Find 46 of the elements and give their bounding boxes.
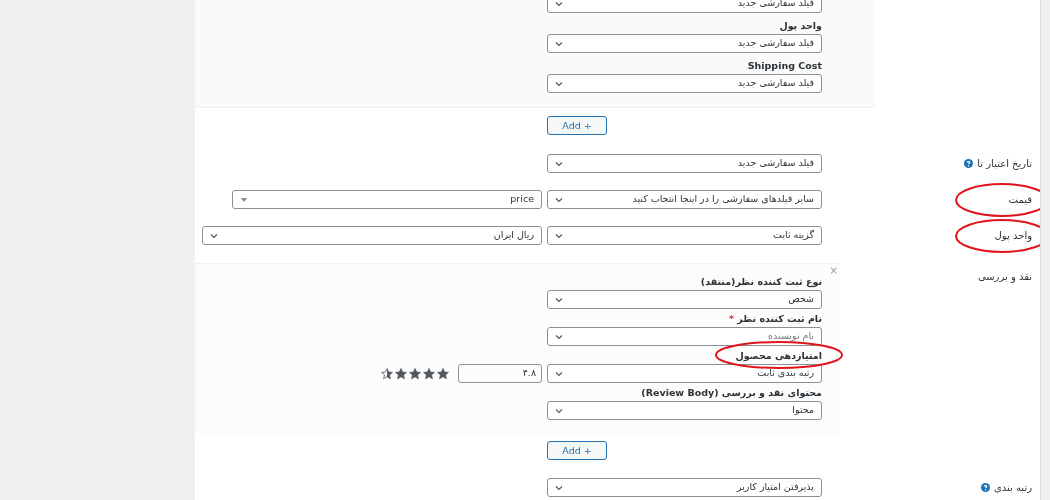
star-icon[interactable] bbox=[409, 367, 421, 380]
required-mark: * bbox=[729, 313, 735, 324]
star-icon[interactable] bbox=[395, 367, 407, 380]
select-field[interactable]: رتبه بندی ثابت bbox=[547, 364, 822, 383]
chevron-icon bbox=[555, 333, 563, 340]
chevron-icon bbox=[555, 296, 563, 303]
chevron-icon bbox=[555, 407, 563, 414]
rating-input[interactable]: ۴.۸ bbox=[458, 364, 542, 383]
select-field[interactable]: فیلد سفارشی جدید bbox=[547, 34, 822, 53]
field-label: واحد پول bbox=[779, 20, 822, 32]
field-label: نوع ثبت کننده نظر(منتقد) bbox=[700, 276, 822, 287]
select-field[interactable]: فیلد سفارشی جدید bbox=[547, 154, 822, 173]
select-field[interactable]: گزینه ثابت bbox=[547, 226, 822, 245]
half-star-icon[interactable] bbox=[381, 367, 393, 380]
chevron-icon bbox=[555, 370, 563, 377]
field-label: Shipping Cost bbox=[747, 60, 822, 72]
field-label: نقد و بررسی bbox=[977, 270, 1032, 285]
field-label: نام ثبت کننده نظر bbox=[737, 313, 822, 324]
chevron-icon bbox=[555, 0, 563, 7]
field-label: قیمت bbox=[1008, 193, 1032, 207]
chevron-icon bbox=[555, 40, 563, 47]
select-field[interactable]: سایر فیلدهای سفارشی را در اینجا انتخاب کنید bbox=[547, 190, 822, 209]
chevron-icon bbox=[555, 196, 563, 203]
select-field[interactable]: محتوا bbox=[547, 401, 822, 420]
star-icon[interactable] bbox=[437, 367, 449, 380]
chevron-icon bbox=[210, 232, 218, 239]
add-button[interactable]: Add + bbox=[547, 441, 607, 460]
chevron-icon bbox=[555, 80, 563, 87]
select-field[interactable]: فیلد سفارشی جدید bbox=[547, 74, 822, 93]
select-field[interactable]: price bbox=[232, 190, 542, 209]
field-label: واحد پول bbox=[994, 229, 1032, 244]
chevron-icon bbox=[555, 484, 563, 491]
field-label: محتوای نقد و بررسی (Review Body) bbox=[641, 387, 822, 398]
add-button[interactable]: Add + bbox=[547, 116, 607, 135]
field-label: رتبه بندی bbox=[993, 481, 1032, 495]
field-label: تاریخ اعتبار تا bbox=[977, 157, 1032, 172]
select-field[interactable]: شخص bbox=[547, 290, 822, 309]
dropdown-triangle-icon bbox=[240, 196, 248, 203]
select-field[interactable]: پذیرفتن امتیاز کاربر bbox=[547, 478, 822, 497]
select-field[interactable]: ریال ایران bbox=[202, 226, 542, 245]
star-icon[interactable] bbox=[423, 367, 435, 380]
select-field[interactable]: فیلد سفارشی جدید bbox=[547, 0, 822, 13]
chevron-icon bbox=[555, 160, 563, 167]
select-field[interactable]: نام نویسنده bbox=[547, 327, 822, 346]
field-label: امتیازدهی محصول bbox=[735, 350, 822, 361]
chevron-icon bbox=[555, 232, 563, 239]
